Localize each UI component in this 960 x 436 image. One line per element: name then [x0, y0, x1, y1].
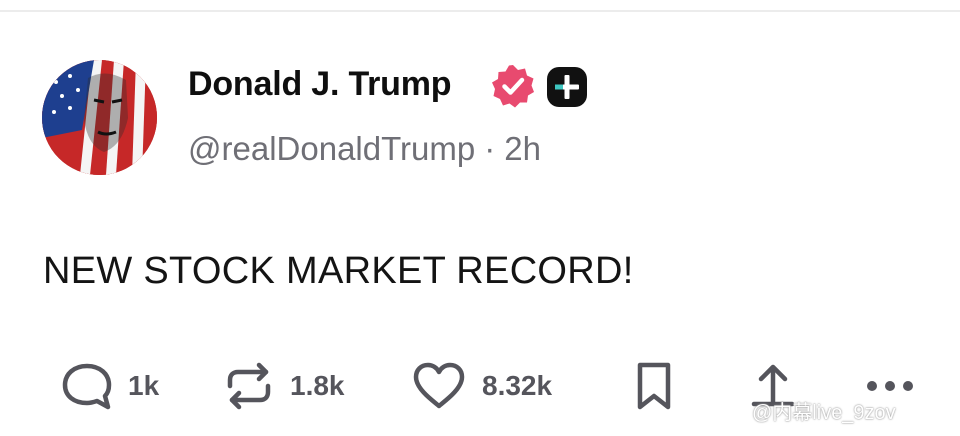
avatar[interactable]: [42, 60, 157, 175]
like-button[interactable]: 8.32k: [410, 360, 552, 412]
verified-badge-icon: [492, 65, 534, 108]
like-icon: [413, 362, 465, 409]
repost-icon: [227, 362, 271, 410]
author-handle[interactable]: @realDonaldTrump: [188, 130, 475, 167]
bookmark-button[interactable]: [632, 360, 676, 412]
author-name[interactable]: Donald J. Trump: [188, 65, 452, 104]
top-divider: [0, 10, 960, 12]
repost-button[interactable]: 1.8k: [222, 360, 345, 412]
bookmark-icon: [637, 362, 671, 410]
reply-icon: [62, 363, 112, 410]
like-count: 8.32k: [482, 370, 553, 401]
reply-button[interactable]: 1k: [60, 360, 159, 412]
watermark: @内幕live_9zov: [752, 402, 896, 424]
plus-badge-icon: [547, 67, 587, 107]
post-body-text: NEW STOCK MARKET RECORD!: [43, 250, 634, 292]
reply-count: 1k: [128, 370, 160, 401]
repost-count: 1.8k: [290, 370, 345, 401]
post-timestamp[interactable]: 2h: [504, 130, 541, 167]
avatar-image: [42, 60, 157, 175]
handle-line: @realDonaldTrump · 2h: [188, 130, 541, 168]
meta-separator: ·: [484, 130, 496, 167]
